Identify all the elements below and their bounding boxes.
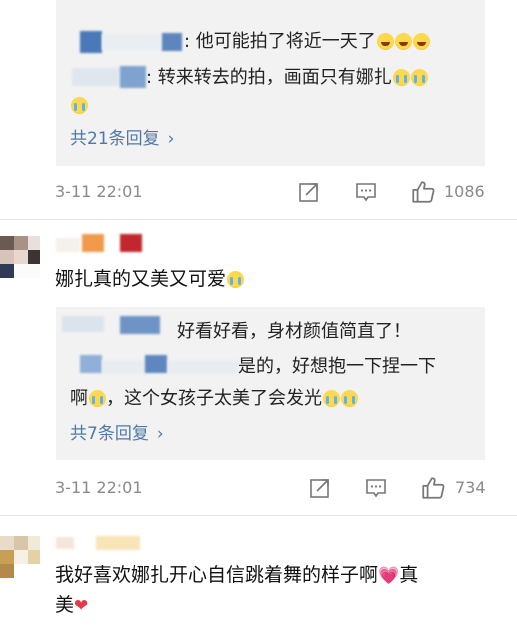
comment-text: 我好喜欢娜扎开心自信跳着舞的样子啊💗真 <box>55 564 419 586</box>
cry-emoji-icon <box>71 97 88 114</box>
reply-text: 好看好看，身材颜值简直了！ <box>177 321 411 342</box>
chevron-right-icon: › <box>167 129 175 149</box>
reply-user-blurred[interactable] <box>80 355 102 373</box>
reply-user-blurred[interactable] <box>102 34 162 50</box>
reply-user-blurred[interactable] <box>162 33 182 51</box>
reply-user-blurred[interactable] <box>145 355 167 373</box>
more-replies-link[interactable]: 共7条回复 › <box>70 422 164 446</box>
avatar[interactable] <box>0 536 40 578</box>
reply-user-blurred[interactable] <box>102 360 148 374</box>
divider <box>0 515 517 516</box>
like-count: 1086 <box>444 182 485 201</box>
reply-user-blurred[interactable] <box>120 66 146 88</box>
reply-user-blurred[interactable] <box>120 316 160 334</box>
cry-emoji-icon <box>323 390 340 407</box>
reply-text-cont <box>70 94 88 118</box>
cry-emoji-icon <box>89 390 106 407</box>
username-blurred[interactable] <box>120 234 142 252</box>
reply-user-blurred[interactable] <box>62 316 104 332</box>
reply-text: 是的，好想抱一下捏一下 <box>238 356 436 377</box>
reply-text-cont: 啊，这个女孩子太美了会发光 <box>70 387 358 411</box>
comment-text: 娜扎真的又美又可爱 <box>55 265 245 293</box>
comment-text-cont: 美❤ <box>55 594 89 616</box>
username-blurred[interactable] <box>56 537 74 549</box>
username-blurred[interactable] <box>82 234 104 252</box>
chevron-right-icon: › <box>156 424 164 444</box>
share-icon[interactable] <box>297 180 321 204</box>
avatar[interactable] <box>0 236 40 278</box>
heart-emoji-icon: ❤ <box>74 596 89 616</box>
reply-user-blurred[interactable] <box>80 31 102 53</box>
laugh-emoji-icon <box>376 33 394 50</box>
divider <box>0 219 517 220</box>
share-icon[interactable] <box>308 476 332 500</box>
comment-icon[interactable] <box>364 476 388 500</box>
username-blurred[interactable] <box>56 238 80 252</box>
like-count: 734 <box>455 478 486 497</box>
username-blurred[interactable] <box>96 536 140 550</box>
laugh-emoji-icon <box>412 33 430 50</box>
thumbs-up-icon[interactable] <box>420 475 446 501</box>
comment-icon[interactable] <box>354 180 378 204</box>
comment-time: 3-11 22:01 <box>55 478 143 497</box>
more-replies-link[interactable]: 共21条回复 › <box>70 127 174 151</box>
reply-user-blurred[interactable] <box>168 360 238 374</box>
laugh-emoji-icon <box>394 33 412 50</box>
hearts-emoji-icon: 💗 <box>378 566 400 586</box>
cry-emoji-icon <box>410 69 428 86</box>
cry-emoji-icon <box>392 69 410 86</box>
reply-text: : 转来转去的拍，画面只有娜扎 <box>146 66 428 90</box>
thumbs-up-icon[interactable] <box>410 179 436 205</box>
cry-emoji-icon <box>341 390 358 407</box>
cry-emoji-icon <box>227 271 245 288</box>
comment-time: 3-11 22:01 <box>55 182 143 201</box>
reply-text: : 他可能拍了将近一天了 <box>184 30 430 54</box>
